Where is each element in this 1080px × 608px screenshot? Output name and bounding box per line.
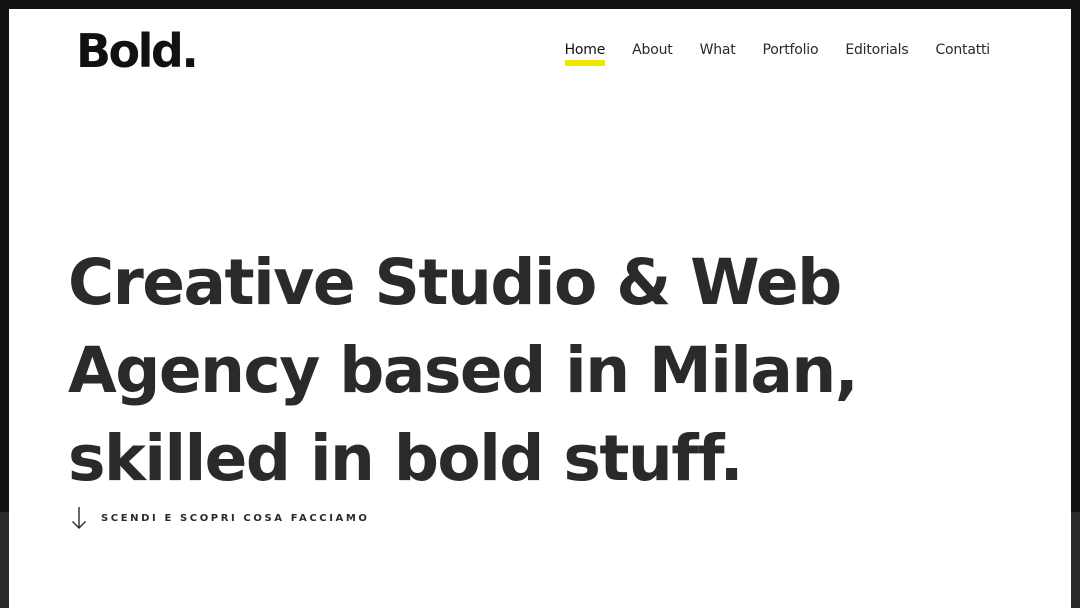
hero-line: Creative Studio & Web bbox=[68, 246, 842, 319]
nav-item-label: Home bbox=[564, 42, 606, 58]
nav-item-home[interactable]: Home bbox=[564, 39, 606, 66]
hero-line: skilled in bold stuff. bbox=[68, 422, 744, 495]
hero-headline: Creative Studio & Web Agency based in Mi… bbox=[68, 239, 928, 503]
scroll-down-link[interactable]: SCENDI E SCOPRI COSA FACCIAMO bbox=[71, 506, 370, 530]
arrow-down-icon bbox=[71, 506, 87, 530]
active-underline bbox=[564, 60, 606, 66]
nav-item-what[interactable]: What bbox=[700, 39, 736, 61]
scroll-down-label: SCENDI E SCOPRI COSA FACCIAMO bbox=[101, 512, 370, 524]
nav-item-contatti[interactable]: Contatti bbox=[935, 39, 990, 61]
nav-item-label: About bbox=[632, 42, 673, 58]
page-canvas: Bold. Home About What Portfolio Editoria… bbox=[9, 9, 1071, 608]
nav-item-editorials[interactable]: Editorials bbox=[845, 39, 908, 61]
site-logo[interactable]: Bold. bbox=[76, 23, 199, 79]
nav-item-label: What bbox=[699, 42, 736, 58]
nav-item-label: Contatti bbox=[935, 42, 990, 58]
main-nav: Home About What Portfolio Editorials Con… bbox=[538, 39, 990, 66]
hero-line: Agency based in Milan, bbox=[68, 334, 859, 407]
nav-item-label: Portfolio bbox=[762, 42, 819, 58]
nav-item-about[interactable]: About bbox=[632, 39, 673, 61]
nav-item-label: Editorials bbox=[845, 42, 909, 58]
nav-item-portfolio[interactable]: Portfolio bbox=[763, 39, 819, 61]
